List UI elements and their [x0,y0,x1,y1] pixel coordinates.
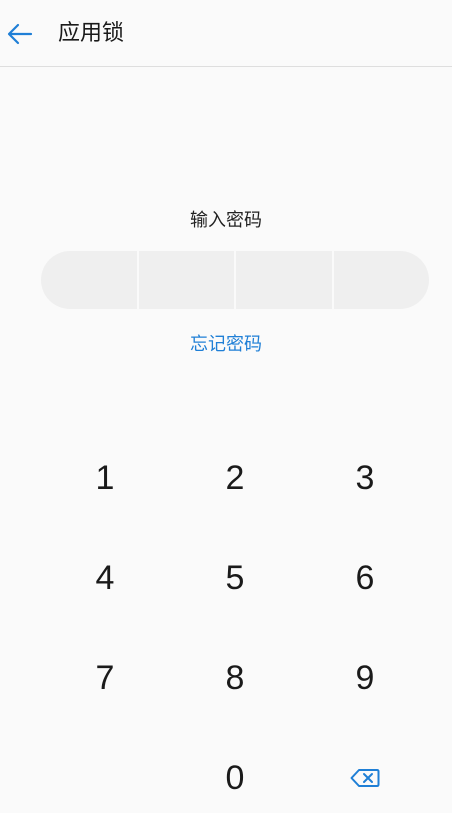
key-6[interactable]: 6 [300,528,430,628]
key-5[interactable]: 5 [170,528,300,628]
pin-input-field[interactable] [41,251,429,309]
password-prompt: 输入密码 [190,210,262,231]
key-9[interactable]: 9 [300,628,430,728]
pin-slot-2 [136,251,235,309]
back-button[interactable] [0,8,40,60]
forgot-password-link[interactable]: 忘记密码 [0,331,452,359]
key-empty [40,728,170,813]
key-7[interactable]: 7 [40,628,170,728]
key-1[interactable]: 1 [40,428,170,528]
key-3[interactable]: 3 [300,428,430,528]
key-8[interactable]: 8 [170,628,300,728]
arrow-left-icon [7,23,33,45]
pin-slot-1 [41,251,137,309]
top-bar: 应用锁 [0,0,452,67]
key-2[interactable]: 2 [170,428,300,528]
pin-slot-3 [234,251,332,309]
app-lock-screen: 应用锁 输入密码 忘记密码 1 2 3 4 5 6 7 8 9 0 [0,0,452,813]
pin-slot-4 [331,251,430,309]
delete-key[interactable] [300,728,430,813]
numeric-keypad: 1 2 3 4 5 6 7 8 9 0 [40,428,430,813]
key-4[interactable]: 4 [40,528,170,628]
key-0[interactable]: 0 [170,728,300,813]
page-title: 应用锁 [58,21,125,46]
backspace-icon [350,769,380,787]
